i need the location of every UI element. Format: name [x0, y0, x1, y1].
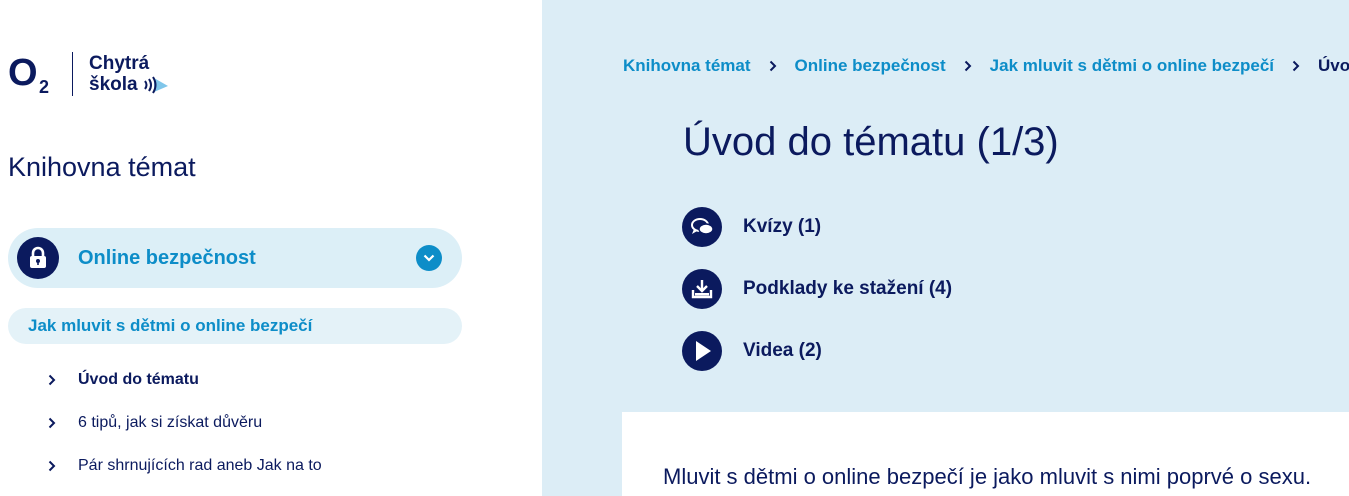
chapter-label: 6 tipů, jak si získat důvěru	[78, 414, 263, 431]
breadcrumb-link-jak-mluvit[interactable]: Jak mluvit s dětmi o online bezpečí	[990, 56, 1274, 76]
intro-text: Mluvit s dětmi o online bezpečí je jako …	[663, 464, 1312, 489]
download-icon	[682, 269, 722, 309]
chapter-label: Pár shrnujících rad aneb Jak na to	[78, 457, 322, 474]
chevron-right-icon	[964, 60, 972, 72]
play-icon	[682, 331, 722, 371]
logo-divider	[72, 52, 73, 96]
logo-brand: O	[8, 52, 38, 94]
topic-label: Online bezpečnost	[78, 246, 256, 269]
chat-bubbles-icon	[682, 207, 722, 247]
chevron-right-icon	[48, 460, 58, 472]
chapter-item-6-tipu[interactable]: 6 tipů, jak si získat důvěru	[48, 409, 322, 437]
intro-card: Mluvit s dětmi o online bezpečí je jako …	[622, 412, 1349, 496]
sidebar: O 2 Chytrá škola Knihovna témat Online b…	[0, 0, 542, 496]
topic-online-bezpecnost[interactable]: Online bezpečnost	[8, 228, 462, 288]
sound-waves-icon	[143, 75, 168, 94]
chevron-right-icon	[48, 374, 58, 386]
o2-logo: O 2	[8, 50, 56, 98]
resource-label: Kvízy (1)	[743, 216, 822, 237]
chevron-right-icon	[769, 60, 777, 72]
logo-line2: škola	[89, 74, 138, 95]
chapter-list: Úvod do tématu 6 tipů, jak si získat dův…	[48, 366, 322, 495]
subtopic-jak-mluvit[interactable]: Jak mluvit s dětmi o online bezpečí	[8, 308, 462, 344]
breadcrumb-link-knihovna[interactable]: Knihovna témat	[623, 56, 751, 76]
lock-icon	[17, 237, 59, 279]
chapter-label: Úvod do tématu	[78, 371, 199, 388]
chevron-down-icon[interactable]	[416, 245, 442, 271]
resource-videa[interactable]: Videa (2)	[682, 330, 952, 372]
resource-list: Kvízy (1) Podklady ke stažení (4) Videa …	[682, 206, 952, 392]
logo-line1: Chytrá	[89, 53, 150, 74]
resource-label: Podklady ke stažení (4)	[743, 278, 953, 299]
o2-chytra-skola-logo[interactable]: O 2 Chytrá škola	[8, 48, 170, 100]
chapter-item-par-rad[interactable]: Pár shrnujících rad aneb Jak na to	[48, 452, 322, 480]
page: O 2 Chytrá škola Knihovna témat Online b…	[0, 0, 1349, 496]
resource-podklady[interactable]: Podklady ke stažení (4)	[682, 268, 952, 310]
breadcrumb: Knihovna témat Online bezpečnost Jak mlu…	[623, 56, 1349, 76]
logo-brand-sub: 2	[39, 77, 50, 97]
subtopic-label: Jak mluvit s dětmi o online bezpečí	[28, 316, 313, 335]
page-title: Úvod do tématu (1/3)	[683, 120, 1059, 164]
library-title: Knihovna témat	[8, 152, 196, 182]
chapter-item-uvod[interactable]: Úvod do tématu	[48, 366, 322, 394]
breadcrumb-current: Úvo	[1318, 56, 1349, 75]
chevron-right-icon	[48, 417, 58, 429]
chevron-right-icon	[1292, 60, 1300, 72]
logo-text: Chytrá škola	[89, 53, 170, 95]
main-content: Knihovna témat Online bezpečnost Jak mlu…	[542, 0, 1349, 496]
resource-label: Videa (2)	[743, 340, 822, 361]
resource-kvizy[interactable]: Kvízy (1)	[682, 206, 952, 248]
breadcrumb-link-online-bezpecnost[interactable]: Online bezpečnost	[795, 56, 946, 76]
